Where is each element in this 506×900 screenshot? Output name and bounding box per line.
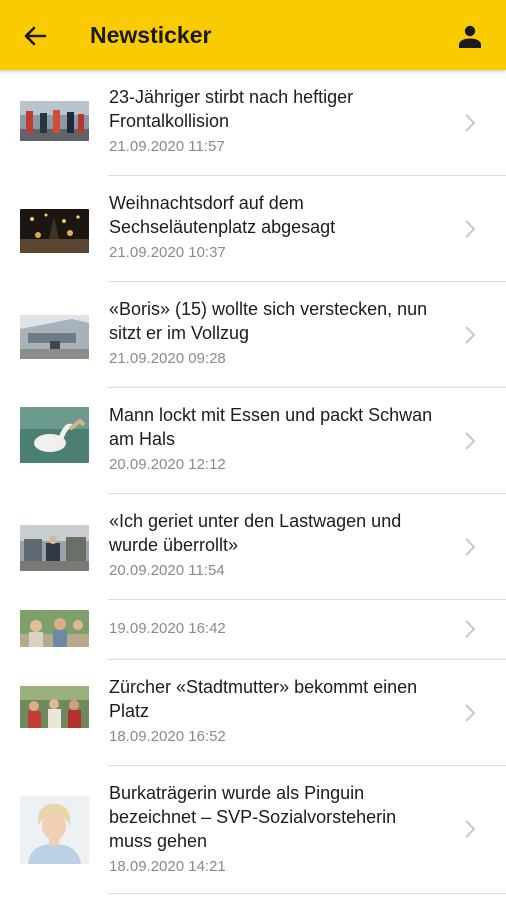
news-headline: «Boris» (15) wollte sich verstecken, nun… <box>109 299 428 343</box>
news-thumbnail <box>20 101 89 141</box>
chevron-right-icon <box>465 220 476 238</box>
news-text: «Ich geriet unter den Lastwagen und wurd… <box>109 509 439 581</box>
news-date: 21.09.2020 11:57 <box>109 138 225 155</box>
chevron-right-icon <box>465 114 476 132</box>
news-item[interactable]: «Ich geriet unter den Lastwagen und wurd… <box>0 494 506 600</box>
news-text: Weihnachtsdorf auf dem Sechseläutenplatz… <box>109 191 439 263</box>
news-thumbnail <box>20 525 89 571</box>
news-date: 18.09.2020 14:21 <box>109 858 226 875</box>
news-text: Mann lockt mit Essen und packt Schwan am… <box>109 403 439 475</box>
news-headline: 23-Jähriger stirbt nach heftiger Frontal… <box>109 87 354 131</box>
chevron-right-icon <box>465 326 476 344</box>
profile-button[interactable] <box>452 20 488 52</box>
news-date: 21.09.2020 09:28 <box>109 350 226 367</box>
news-headline: «Ich geriet unter den Lastwagen und wurd… <box>109 511 402 555</box>
news-item[interactable]: Zürcher «Stadtmutter» bekommt einen Plat… <box>0 660 506 766</box>
news-date: 18.09.2020 16:52 <box>109 728 226 745</box>
news-text: Zürcher «Stadtmutter» bekommt einen Plat… <box>109 675 439 747</box>
news-thumbnail <box>20 407 89 463</box>
person-icon <box>459 25 481 48</box>
news-item[interactable]: Mann lockt mit Essen und packt Schwan am… <box>0 388 506 494</box>
news-text: 19.09.2020 16:42 <box>109 619 439 639</box>
chevron-right-icon <box>465 620 476 638</box>
news-headline: Burkaträgerin wurde als Pinguin bezeichn… <box>109 783 397 851</box>
page-title: Newsticker <box>90 22 212 48</box>
arrow-left-icon <box>24 26 47 46</box>
app-header: Newsticker <box>0 0 506 70</box>
news-thumbnail <box>20 315 89 359</box>
news-date: 19.09.2020 16:42 <box>109 620 226 637</box>
news-text: 23-Jähriger stirbt nach heftiger Frontal… <box>109 85 439 157</box>
news-thumbnail <box>20 686 89 728</box>
chevron-right-icon <box>465 432 476 450</box>
news-item[interactable]: «Boris» (15) wollte sich verstecken, nun… <box>0 282 506 388</box>
news-headline: Weihnachtsdorf auf dem Sechseläutenplatz… <box>109 193 336 237</box>
news-date: 21.09.2020 10:37 <box>109 244 226 261</box>
news-item[interactable]: Burkaträgerin wurde als Pinguin bezeichn… <box>0 766 506 894</box>
chevron-right-icon <box>465 704 476 722</box>
news-item[interactable]: 19.09.2020 16:42 <box>0 600 506 660</box>
news-text: Burkaträgerin wurde als Pinguin bezeichn… <box>109 781 439 877</box>
news-text: «Boris» (15) wollte sich verstecken, nun… <box>109 297 439 369</box>
news-headline: Zürcher «Stadtmutter» bekommt einen Plat… <box>109 677 418 721</box>
back-button[interactable] <box>18 21 52 51</box>
news-date: 20.09.2020 11:54 <box>109 562 225 579</box>
chevron-right-icon <box>465 820 476 838</box>
chevron-right-icon <box>465 538 476 556</box>
news-date: 20.09.2020 12:12 <box>109 456 226 473</box>
news-headline: Mann lockt mit Essen und packt Schwan am… <box>109 405 433 449</box>
news-thumbnail <box>20 209 89 253</box>
news-thumbnail <box>20 796 89 864</box>
news-item[interactable]: Weihnachtsdorf auf dem Sechseläutenplatz… <box>0 176 506 282</box>
news-item[interactable]: 23-Jähriger stirbt nach heftiger Frontal… <box>0 70 506 176</box>
news-thumbnail <box>20 610 89 647</box>
news-list: 23-Jähriger stirbt nach heftiger Frontal… <box>0 70 506 894</box>
